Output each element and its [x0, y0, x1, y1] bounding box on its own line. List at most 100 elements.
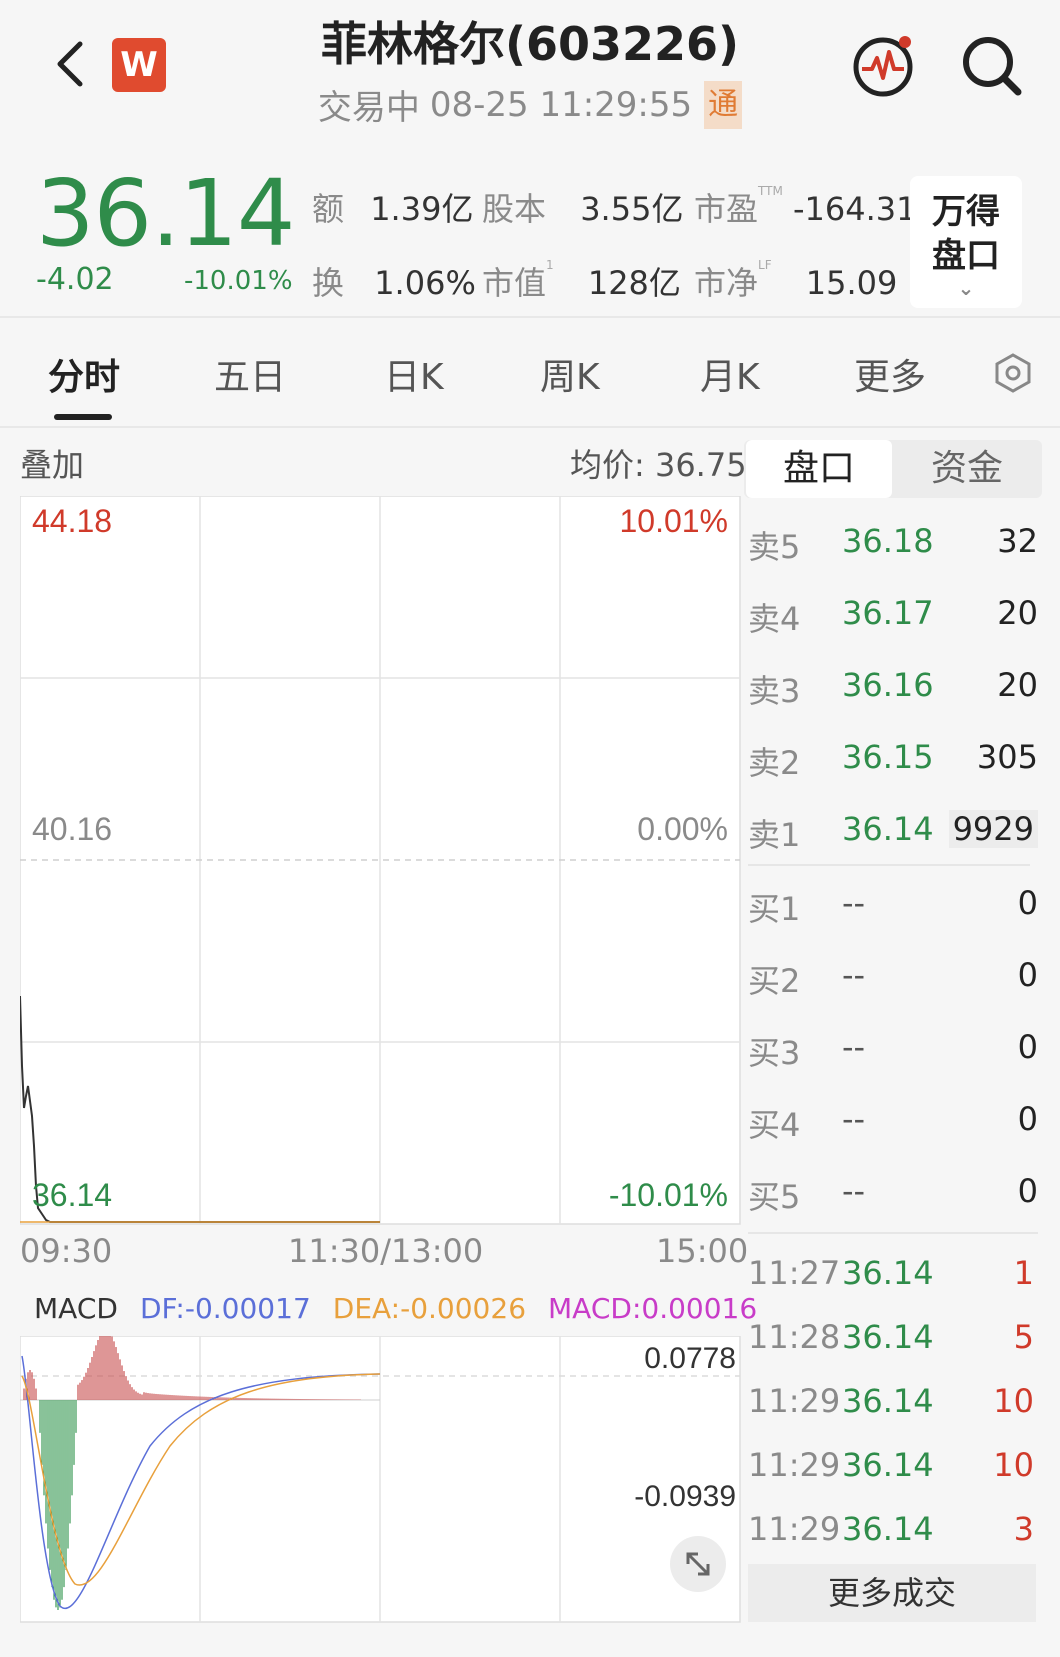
- chart-tabs: 分时 五日 日K 周K 月K 更多: [0, 318, 1060, 426]
- time-axis-mid: 11:30/13:00: [288, 1232, 484, 1270]
- overlay-button[interactable]: 叠加: [20, 440, 84, 486]
- status-datetime: 08-25 11:29:55: [429, 84, 693, 125]
- ask-price: 36.18: [842, 522, 934, 560]
- header: W 菲林格尔(603226) 交易中 08-25 11:29:55 通: [0, 0, 1060, 140]
- avg-price-label: 均价: 36.75: [570, 446, 747, 484]
- ask-price: 36.16: [842, 666, 934, 704]
- bid-row: 买3 -- 0: [748, 1028, 1038, 1088]
- stat-value: 128亿: [587, 264, 681, 302]
- ask-price: 36.14: [842, 810, 934, 848]
- trade-price: 36.14: [842, 1318, 934, 1356]
- bid-volume: 0: [1017, 884, 1038, 922]
- stat-market-cap: 市值1 128亿: [482, 258, 681, 304]
- tab-intraday[interactable]: 分时: [48, 348, 120, 400]
- orderbook-divider: [748, 1232, 1038, 1234]
- stat-label: 股本: [482, 190, 547, 228]
- trade-time: 11:28: [748, 1318, 841, 1356]
- tab-capital-flow[interactable]: 资金: [894, 440, 1040, 498]
- bid-price: --: [842, 956, 866, 994]
- macd-name[interactable]: MACD: [34, 1292, 118, 1325]
- ask-row: 卖3 36.16 20: [748, 666, 1038, 726]
- trade-row: 11:29 36.14 10: [748, 1382, 1038, 1442]
- bid-label: 买4: [748, 1106, 801, 1144]
- ask-volume: 20: [997, 666, 1038, 704]
- time-axis-start: 09:30: [20, 1232, 113, 1270]
- app-logo[interactable]: W: [112, 38, 166, 92]
- bid-label: 买1: [748, 890, 801, 928]
- stat-sup: LF: [758, 258, 772, 272]
- stat-value: 1.39亿: [370, 190, 474, 228]
- pct-axis-top: 10.01%: [619, 503, 728, 539]
- ask-price: 36.17: [842, 594, 934, 632]
- trade-qty: 5: [1013, 1318, 1034, 1356]
- stat-pe: 市盈TTM -164.31: [694, 184, 917, 230]
- ask-volume: 20: [997, 594, 1038, 632]
- trade-time: 11:29: [748, 1382, 841, 1420]
- trade-time: 11:29: [748, 1446, 841, 1484]
- stat-label: 市盈: [694, 190, 759, 228]
- trade-price: 36.14: [842, 1446, 934, 1484]
- price-axis-mid: 40.16: [32, 811, 112, 847]
- tab-monthly-k[interactable]: 月K: [700, 348, 760, 400]
- macd-df: DF:-0.00017: [139, 1292, 311, 1325]
- stat-turnover: 换 1.06%: [312, 258, 476, 304]
- current-price: 36.14: [36, 160, 295, 267]
- bid-price: --: [842, 1100, 866, 1138]
- tab-daily-k[interactable]: 日K: [384, 348, 444, 400]
- tong-badge[interactable]: 通: [704, 80, 743, 129]
- ask-label: 卖3: [748, 672, 801, 710]
- settings-icon[interactable]: [992, 352, 1034, 394]
- bid-row: 买1 -- 0: [748, 884, 1038, 944]
- bid-row: 买4 -- 0: [748, 1100, 1038, 1160]
- bid-price: --: [842, 1028, 866, 1066]
- trade-qty: 10: [993, 1446, 1034, 1484]
- stock-title: 菲林格尔(603226): [320, 17, 740, 71]
- tab-five-day[interactable]: 五日: [214, 348, 286, 400]
- time-axis-end: 15:00: [656, 1232, 749, 1270]
- heartbeat-icon[interactable]: [852, 32, 918, 98]
- ask-label: 卖2: [748, 744, 801, 782]
- more-trades-button[interactable]: 更多成交: [748, 1564, 1036, 1622]
- wind-button-line1: 万得: [932, 192, 1000, 232]
- status-text: 交易中: [317, 88, 420, 128]
- trade-row: 11:29 36.14 3: [748, 1510, 1038, 1570]
- bid-volume: 0: [1017, 1172, 1038, 1210]
- tab-weekly-k[interactable]: 周K: [540, 348, 600, 400]
- ask-label: 卖5: [748, 528, 801, 566]
- ask-volume: 9929: [948, 810, 1038, 848]
- stat-amount: 额 1.39亿: [312, 184, 473, 230]
- orderbook-tabs: 盘口 资金: [744, 440, 1042, 498]
- bid-volume: 0: [1017, 1100, 1038, 1138]
- trade-row: 11:29 36.14 10: [748, 1446, 1038, 1506]
- ask-row: 卖4 36.17 20: [748, 594, 1038, 654]
- intraday-chart[interactable]: 44.18 40.16 36.14 10.01% 0.00% -10.01%: [20, 496, 742, 1226]
- wind-orderbook-button[interactable]: 万得 盘口 ⌄: [910, 176, 1022, 308]
- bid-volume: 0: [1017, 1028, 1038, 1066]
- ask-row: 卖2 36.15 305: [748, 738, 1038, 798]
- macd-axis-top: 0.0778: [644, 1342, 736, 1375]
- ask-row: 卖1 36.14 9929: [748, 810, 1038, 870]
- back-arrow-icon[interactable]: [44, 36, 100, 92]
- macd-chart[interactable]: 0.0778 -0.0939: [20, 1336, 742, 1624]
- stat-label: 市值: [482, 264, 547, 302]
- trade-row: 11:27 36.14 1: [748, 1254, 1038, 1314]
- bid-label: 买2: [748, 962, 801, 1000]
- stat-sup: 1: [546, 258, 554, 272]
- ask-label: 卖1: [748, 816, 801, 854]
- divider: [0, 426, 1060, 428]
- bid-price: --: [842, 884, 866, 922]
- trade-time: 11:27: [748, 1254, 841, 1292]
- chevron-down-icon: ⌄: [957, 276, 975, 300]
- trade-price: 36.14: [842, 1382, 934, 1420]
- active-tab-indicator: [54, 414, 112, 420]
- stat-label: 市净: [694, 264, 759, 302]
- stat-label: 换: [312, 264, 345, 302]
- search-icon[interactable]: [960, 34, 1024, 98]
- expand-icon[interactable]: [670, 1536, 726, 1592]
- tab-orderbook[interactable]: 盘口: [746, 440, 892, 498]
- tab-more[interactable]: 更多: [854, 348, 926, 400]
- stat-sup: TTM: [758, 184, 783, 198]
- price-change-pct: -10.01%: [184, 266, 293, 296]
- trade-qty: 10: [993, 1382, 1034, 1420]
- bid-label: 买3: [748, 1034, 801, 1072]
